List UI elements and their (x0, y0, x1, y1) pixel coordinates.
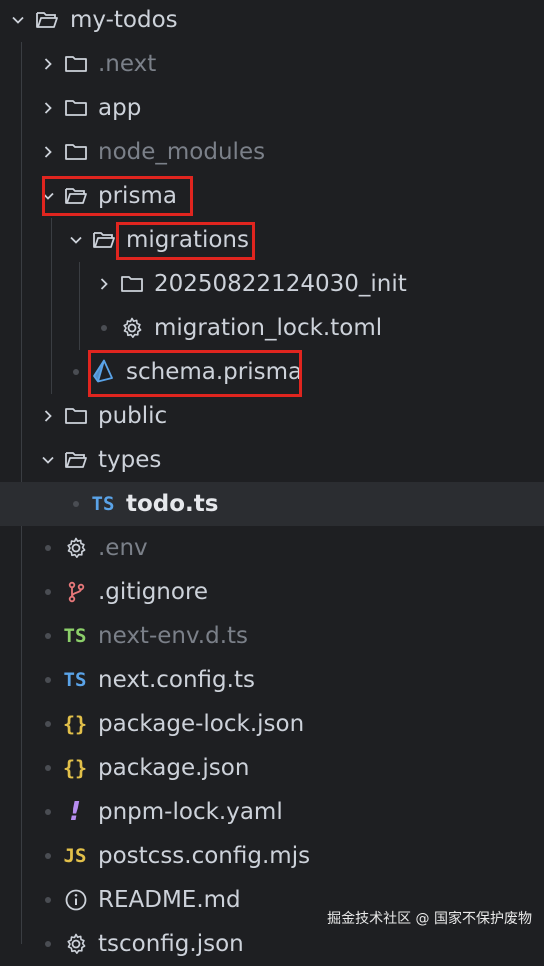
typescript-icon: TS (91, 493, 115, 515)
tree-dot (101, 325, 107, 331)
tree-file-gitignore[interactable]: .gitignore (0, 570, 544, 614)
folder-open-icon (91, 227, 117, 253)
tree-dot (45, 897, 51, 903)
chevron-right-icon (40, 408, 56, 424)
folder-icon (63, 95, 89, 121)
tree-dot (45, 853, 51, 859)
tree-label: next-env.d.ts (98, 623, 249, 649)
chevron-right-icon (40, 56, 56, 72)
tree-label: postcss.config.mjs (98, 843, 311, 869)
json-icon: {} (62, 712, 88, 736)
gear-icon (119, 315, 145, 341)
tree-label: .gitignore (98, 579, 209, 605)
folder-icon (119, 271, 145, 297)
watermark: 掘金技术社区 @ 国家不保护废物 (327, 911, 532, 927)
tree-label: pnpm-lock.yaml (98, 799, 283, 825)
tree-folder-public[interactable]: public (0, 394, 544, 438)
folder-icon (63, 403, 89, 429)
tree-label: package-lock.json (98, 711, 305, 737)
gear-icon (63, 535, 89, 561)
tree-dot (45, 941, 51, 947)
gear-icon (63, 931, 89, 957)
chevron-down-icon (10, 12, 26, 28)
file-explorer-tree: my-todos .next app node_modules prisma m… (0, 0, 544, 957)
tree-file-todo-ts[interactable]: TS todo.ts (0, 482, 544, 526)
info-icon (63, 887, 89, 913)
git-branch-icon (63, 579, 89, 605)
typescript-icon: TS (63, 669, 87, 691)
tree-folder-app[interactable]: app (0, 86, 544, 130)
tree-dot (73, 369, 79, 375)
chevron-right-icon (96, 276, 112, 292)
folder-open-icon (63, 447, 89, 473)
tree-label: my-todos (70, 7, 178, 33)
tree-dot (45, 545, 51, 551)
tree-file-next-env[interactable]: TS next-env.d.ts (0, 614, 544, 658)
tree-label: next.config.ts (98, 667, 255, 693)
highlight-box-schema (88, 350, 302, 397)
tree-folder-types[interactable]: types (0, 438, 544, 482)
tree-folder-my-todos[interactable]: my-todos (0, 0, 544, 42)
tree-label: .env (98, 535, 148, 561)
tree-dot (45, 677, 51, 683)
tree-dot (45, 589, 51, 595)
tree-file-migration-lock[interactable]: migration_lock.toml (0, 306, 544, 350)
tree-dot (45, 809, 51, 815)
yaml-icon: ! (69, 797, 81, 827)
tree-label: tsconfig.json (98, 931, 244, 957)
tree-label: README.md (98, 887, 241, 913)
tree-label: node_modules (98, 139, 266, 165)
chevron-down-icon (68, 232, 84, 248)
tree-label: todo.ts (126, 491, 219, 517)
tree-label: migration_lock.toml (154, 315, 383, 341)
tree-folder-next[interactable]: .next (0, 42, 544, 86)
chevron-right-icon (40, 144, 56, 160)
tree-file-pnpm-lock[interactable]: ! pnpm-lock.yaml (0, 790, 544, 834)
tree-folder-migrations[interactable]: migrations (0, 218, 544, 262)
folder-icon (63, 51, 89, 77)
highlight-box-migrations (116, 222, 255, 260)
tree-file-package-json[interactable]: {} package.json (0, 746, 544, 790)
tree-file-next-config[interactable]: TS next.config.ts (0, 658, 544, 702)
chevron-down-icon (40, 452, 56, 468)
tree-file-postcss-config[interactable]: JS postcss.config.mjs (0, 834, 544, 878)
json-icon: {} (62, 756, 88, 780)
tree-label: app (98, 95, 142, 121)
chevron-right-icon (40, 100, 56, 116)
tree-folder-node-modules[interactable]: node_modules (0, 130, 544, 174)
highlight-box-prisma (42, 176, 193, 216)
tree-dot (45, 633, 51, 639)
tree-dot (73, 501, 79, 507)
tree-label: 20250822124030_init (154, 271, 407, 297)
tree-label: .next (98, 51, 157, 77)
tree-file-tsconfig[interactable]: tsconfig.json (0, 922, 544, 966)
javascript-icon: JS (63, 845, 87, 867)
tree-label: package.json (98, 755, 250, 781)
folder-open-icon (34, 7, 60, 33)
typescript-icon: TS (63, 625, 87, 647)
tree-label: types (98, 447, 162, 473)
folder-icon (63, 139, 89, 165)
tree-dot (45, 721, 51, 727)
tree-folder-init-migration[interactable]: 20250822124030_init (0, 262, 544, 306)
tree-label: public (98, 403, 168, 429)
tree-file-env[interactable]: .env (0, 526, 544, 570)
tree-dot (45, 765, 51, 771)
tree-file-package-lock[interactable]: {} package-lock.json (0, 702, 544, 746)
